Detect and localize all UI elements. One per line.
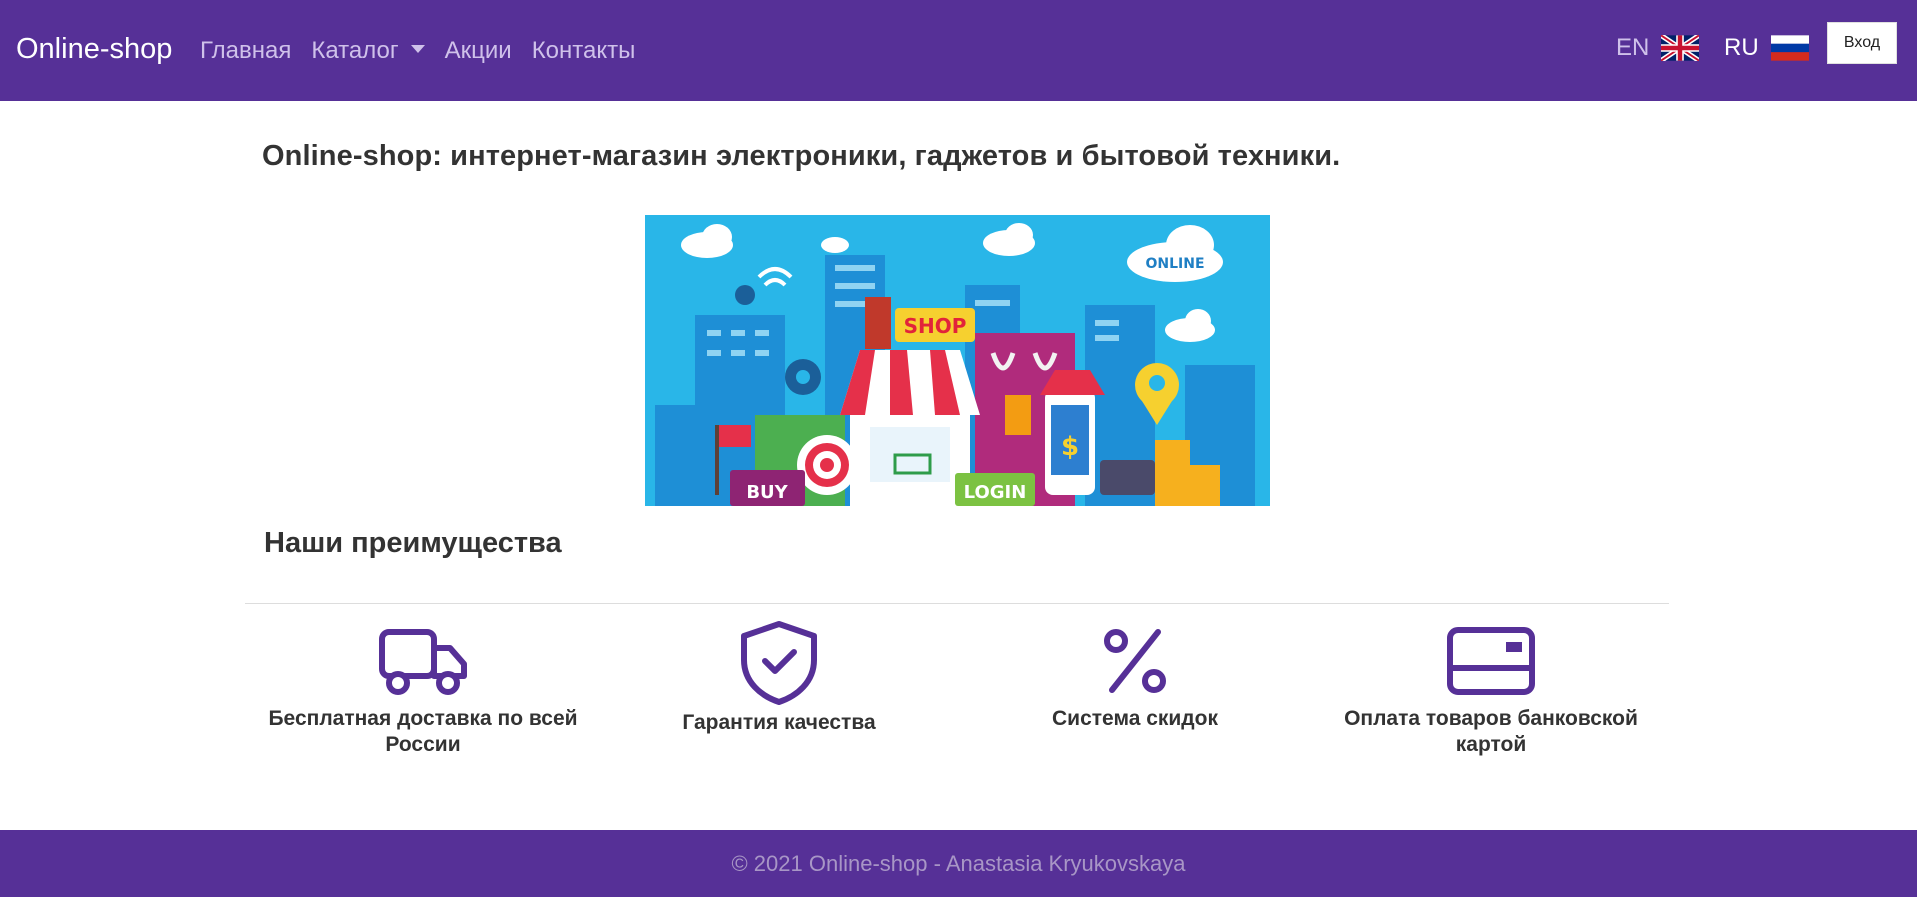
banner-online-text: ONLINE: [1145, 256, 1204, 272]
nav-link-contacts[interactable]: Контакты: [532, 34, 636, 68]
credit-card-icon: [1447, 627, 1535, 695]
shield-check-icon: [741, 621, 817, 705]
page-footer: © 2021 Online-shop - Anastasia Kryukovsk…: [0, 830, 1917, 897]
caret-down-icon: [410, 44, 425, 53]
banner-shop-text: SHOP: [904, 314, 967, 338]
shop-banner-image: ONLINE SHOP BUY LOGIN $: [645, 215, 1270, 506]
language-switch-en[interactable]: EN: [1616, 30, 1700, 66]
banner-buy-text: BUY: [746, 482, 788, 503]
feature-free-delivery: Бесплатная доставка по всей России: [245, 612, 601, 772]
russia-flag-icon: [1770, 35, 1809, 61]
feature-quality-guarantee: Гарантия качества: [601, 612, 957, 772]
brand-link[interactable]: Online-shop: [16, 31, 172, 67]
feature-discount-system: Система скидок: [957, 612, 1313, 772]
uk-flag-icon: [1661, 35, 1700, 61]
login-button[interactable]: Вход: [1827, 22, 1897, 64]
nav-link-promotions-label: Акции: [444, 37, 512, 64]
nav-link-home-label: Главная: [200, 37, 292, 64]
nav-link-contacts-label: Контакты: [531, 37, 636, 64]
feature-free-delivery-label: Бесплатная доставка по всей России: [268, 707, 578, 756]
language-en-label: EN: [1616, 34, 1650, 61]
nav-links: Главная Каталог Акции Контакты: [200, 33, 655, 69]
online-shop-illustration: ONLINE SHOP BUY LOGIN $: [645, 215, 1270, 506]
nav-dropdown-catalog[interactable]: Каталог: [311, 34, 425, 68]
language-ru-label: RU: [1724, 34, 1759, 61]
feature-quality-guarantee-label: Гарантия качества: [682, 711, 876, 734]
top-navbar: Online-shop Главная Каталог Акции Контак…: [0, 0, 1917, 101]
truck-icon: [379, 629, 467, 695]
language-switch-ru[interactable]: RU: [1724, 30, 1809, 66]
feature-card-payment: Оплата товаров банковской картой: [1313, 612, 1669, 772]
svg-text:$: $: [1061, 432, 1079, 462]
feature-card-payment-label: Оплата товаров банковской картой: [1344, 707, 1638, 756]
nav-link-home[interactable]: Главная: [200, 34, 291, 68]
percent-icon: [1104, 629, 1166, 693]
section-divider: [245, 603, 1669, 604]
footer-copyright: © 2021 Online-shop - Anastasia Kryukovsk…: [731, 850, 1186, 876]
advantages-title: Наши преимущества: [264, 527, 562, 559]
features-row: Бесплатная доставка по всей России Гаран…: [245, 612, 1669, 772]
page-title: Online-shop: интернет-магазин электроник…: [262, 140, 1341, 172]
nav-link-promotions[interactable]: Акции: [445, 34, 512, 68]
banner-login-text: LOGIN: [964, 482, 1027, 503]
feature-discount-system-label: Система скидок: [1052, 707, 1218, 730]
nav-link-catalog-label: Каталог: [311, 37, 399, 64]
